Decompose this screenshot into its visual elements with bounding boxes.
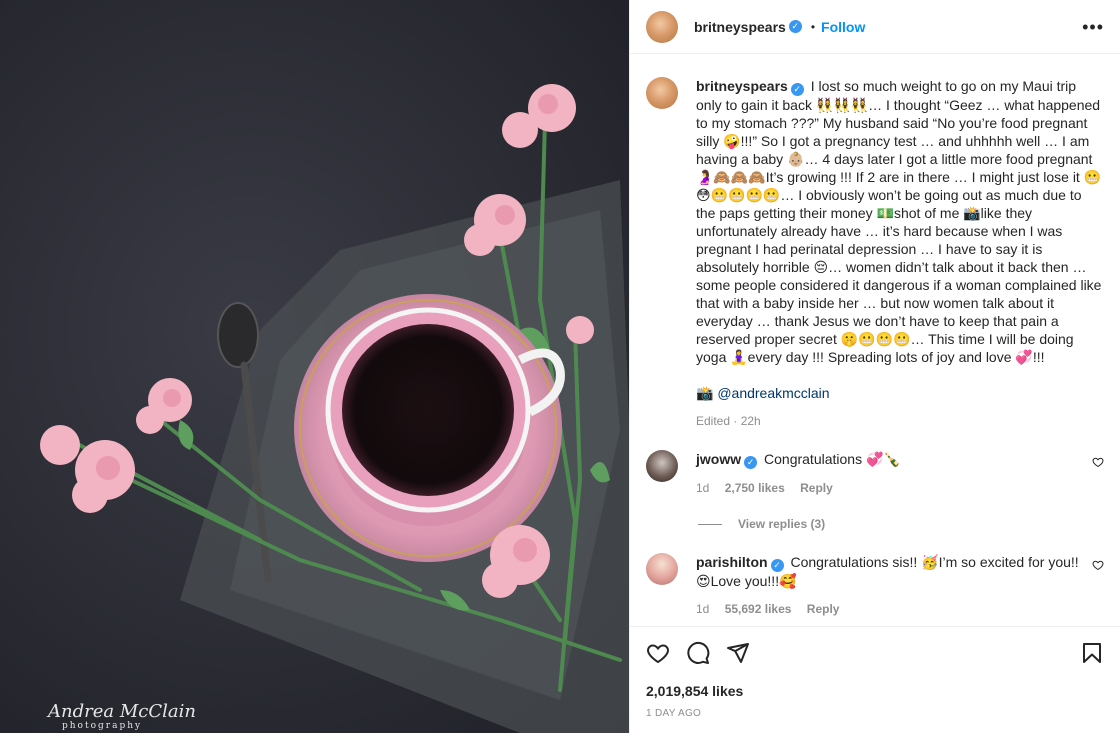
photo-watermark: Andrea McClain photography (48, 703, 196, 732)
caption: britneyspears ✓ I lost so much weight to … (646, 77, 1104, 428)
comment-likes[interactable]: 55,692 likes (725, 602, 792, 616)
comment-age: 1d (696, 602, 710, 616)
like-comment-heart-icon[interactable] (1092, 559, 1104, 571)
author-avatar[interactable] (646, 10, 678, 43)
comment-item: parishilton ✓ Congratulations sis!! 🥳I’m … (646, 553, 1104, 616)
commenter-avatar[interactable] (646, 553, 678, 585)
verified-badge-icon: ✓ (744, 456, 758, 469)
comment-item: jwoww ✓ Congratulations 💞🍾 1d 2,750 likes… (646, 450, 1104, 495)
reply-button[interactable]: Reply (800, 481, 833, 495)
bookmark-icon (1083, 643, 1101, 663)
post-panel: britneyspears ✓ • Follow ••• britneyspea… (629, 0, 1120, 733)
caption-avatar[interactable] (646, 77, 678, 109)
action-bar (630, 627, 1120, 679)
likes-count[interactable]: 2,019,854 likes (630, 683, 1120, 699)
caption-text: I lost so much weight to go on my Maui t… (696, 78, 1102, 365)
more-options-icon[interactable]: ••• (1082, 18, 1104, 36)
follow-button[interactable]: Follow (821, 19, 865, 35)
caption-username[interactable]: britneyspears (696, 78, 788, 94)
post-timestamp[interactable]: 1 DAY AGO (630, 708, 1120, 719)
heart-icon (647, 644, 669, 664)
post-footer: 2,019,854 likes 1 DAY AGO (630, 626, 1120, 733)
save-button[interactable] (1072, 633, 1112, 673)
verified-badge-icon: ✓ (790, 83, 804, 96)
commenter-username[interactable]: parishilton (696, 554, 768, 570)
photo-illustration (40, 84, 629, 733)
comment-likes[interactable]: 2,750 likes (725, 481, 785, 495)
verified-badge-icon: ✓ (788, 20, 802, 33)
caption-meta: Edited · 22h (696, 414, 1104, 428)
watermark-subtext: photography (62, 721, 143, 731)
commenter-username[interactable]: jwoww (696, 451, 741, 467)
share-button[interactable] (718, 633, 758, 673)
verified-badge-icon: ✓ (770, 559, 784, 572)
view-replies-button[interactable]: View replies (3) (698, 517, 1104, 531)
reply-button[interactable]: Reply (807, 602, 840, 616)
comment-icon (687, 641, 710, 664)
edited-time: Edited · 22h (696, 414, 761, 428)
like-comment-heart-icon[interactable] (1092, 456, 1104, 468)
like-button[interactable] (638, 633, 678, 673)
commenter-avatar[interactable] (646, 450, 678, 482)
paper-plane-icon (727, 643, 749, 663)
replies-divider (698, 523, 722, 525)
post-photo[interactable]: Andrea McClain photography (0, 0, 629, 733)
comment-age: 1d (696, 481, 710, 495)
comment-button[interactable] (678, 633, 718, 673)
photo-credit[interactable]: 📸 @andreakmcclain (696, 384, 1104, 402)
comment-text: Congratulations 💞🍾 (764, 451, 901, 467)
view-replies-label[interactable]: View replies (3) (738, 517, 825, 531)
comments-section[interactable]: britneyspears ✓ I lost so much weight to … (630, 55, 1120, 626)
author-username[interactable]: britneyspears (694, 19, 786, 35)
post-header: britneyspears ✓ • Follow ••• (630, 0, 1120, 54)
separator-dot: • (810, 19, 816, 34)
watermark-text: Andrea McClain (48, 701, 196, 722)
